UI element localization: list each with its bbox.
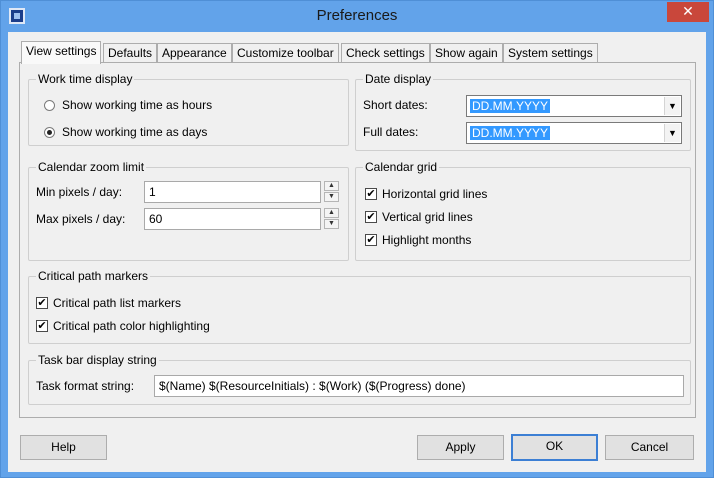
critical-color-label[interactable]: Critical path color highlighting: [53, 319, 210, 333]
full-dates-label: Full dates:: [363, 125, 419, 139]
task-format-label: Task format string:: [36, 379, 135, 393]
tab-system-settings[interactable]: System settings: [503, 43, 598, 63]
close-button[interactable]: ✕: [667, 2, 709, 22]
cancel-button[interactable]: Cancel: [605, 435, 694, 460]
critical-path-title: Critical path markers: [36, 269, 151, 283]
radio-hours-label[interactable]: Show working time as hours: [62, 98, 212, 112]
highlight-months-label[interactable]: Highlight months: [382, 233, 471, 247]
tab-view-settings[interactable]: View settings: [21, 41, 102, 64]
vertical-grid-label[interactable]: Vertical grid lines: [382, 210, 473, 224]
date-display-title: Date display: [363, 72, 434, 86]
critical-list-checkbox[interactable]: ✔: [36, 297, 48, 309]
short-dates-value: DD.MM.YYYY: [470, 99, 551, 113]
view-settings-panel: Work time display Show working time as h…: [19, 62, 696, 418]
horizontal-grid-label[interactable]: Horizontal grid lines: [382, 187, 487, 201]
max-pixels-label: Max pixels / day:: [36, 212, 126, 226]
calendar-grid-group: Calendar grid ✔ Horizontal grid lines ✔ …: [355, 160, 691, 261]
min-pixels-label: Min pixels / day:: [36, 185, 123, 199]
min-pixels-input[interactable]: 1: [144, 181, 321, 203]
taskbar-string-title: Task bar display string: [36, 353, 159, 367]
radio-days[interactable]: [44, 127, 55, 138]
ok-button[interactable]: OK: [511, 434, 598, 461]
chevron-down-icon[interactable]: ▼: [664, 124, 680, 142]
spin-down-icon[interactable]: ▼: [324, 192, 339, 202]
tab-show-again[interactable]: Show again: [430, 43, 503, 63]
short-dates-label: Short dates:: [363, 98, 428, 112]
tab-appearance[interactable]: Appearance: [157, 43, 232, 63]
vertical-grid-checkbox[interactable]: ✔: [365, 211, 377, 223]
zoom-limit-group: Calendar zoom limit Min pixels / day: 1 …: [28, 160, 349, 261]
min-pixels-stepper[interactable]: ▲ ▼: [324, 181, 341, 203]
dialog-body: View settings Defaults Appearance Custom…: [8, 32, 706, 472]
taskbar-string-group: Task bar display string Task format stri…: [28, 353, 691, 405]
tab-check-settings[interactable]: Check settings: [341, 43, 430, 63]
full-dates-value: DD.MM.YYYY: [470, 126, 551, 140]
max-pixels-input[interactable]: 60: [144, 208, 321, 230]
task-format-input[interactable]: $(Name) $(ResourceInitials) : $(Work) ($…: [154, 375, 684, 397]
tab-customize-toolbar[interactable]: Customize toolbar: [232, 43, 339, 63]
critical-color-checkbox[interactable]: ✔: [36, 320, 48, 332]
max-pixels-stepper[interactable]: ▲ ▼: [324, 208, 341, 230]
horizontal-grid-checkbox[interactable]: ✔: [365, 188, 377, 200]
spin-up-icon[interactable]: ▲: [324, 208, 339, 218]
highlight-months-checkbox[interactable]: ✔: [365, 234, 377, 246]
chevron-down-icon[interactable]: ▼: [664, 97, 680, 115]
spin-down-icon[interactable]: ▼: [324, 219, 339, 229]
work-time-title: Work time display: [36, 72, 135, 86]
help-button[interactable]: Help: [20, 435, 107, 460]
apply-button[interactable]: Apply: [417, 435, 504, 460]
preferences-window: Preferences ✕ View settings Defaults App…: [0, 0, 714, 478]
short-dates-select[interactable]: DD.MM.YYYY ▼: [466, 95, 682, 117]
full-dates-select[interactable]: DD.MM.YYYY ▼: [466, 122, 682, 144]
work-time-group: Work time display Show working time as h…: [28, 72, 349, 146]
zoom-limit-title: Calendar zoom limit: [36, 160, 147, 174]
radio-days-label[interactable]: Show working time as days: [62, 125, 207, 139]
spin-up-icon[interactable]: ▲: [324, 181, 339, 191]
critical-path-group: Critical path markers ✔ Critical path li…: [28, 269, 691, 344]
title-bar[interactable]: Preferences ✕: [1, 1, 713, 32]
radio-hours[interactable]: [44, 100, 55, 111]
calendar-grid-title: Calendar grid: [363, 160, 440, 174]
critical-list-label[interactable]: Critical path list markers: [53, 296, 181, 310]
window-title: Preferences: [316, 7, 398, 24]
date-display-group: Date display Short dates: DD.MM.YYYY ▼ F…: [355, 72, 691, 151]
tab-defaults[interactable]: Defaults: [103, 43, 158, 63]
